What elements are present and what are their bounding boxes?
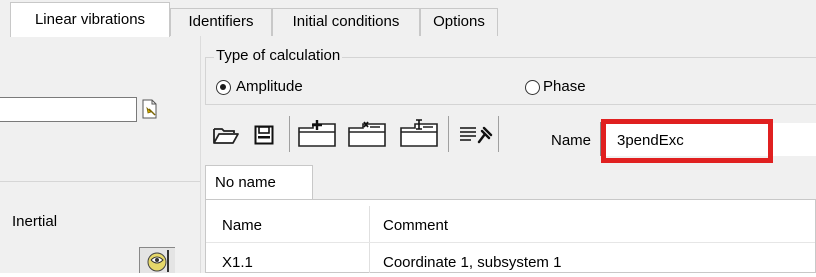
browse-icon[interactable] xyxy=(140,99,160,119)
object-preview-button[interactable] xyxy=(139,247,175,273)
delete-item-icon[interactable] xyxy=(346,118,388,148)
inertial-label: Inertial xyxy=(12,213,58,230)
edit-item-icon[interactable] xyxy=(398,118,440,148)
save-icon[interactable] xyxy=(251,120,277,150)
column-divider[interactable] xyxy=(369,206,370,273)
left-divider xyxy=(0,181,200,182)
name-label: Name xyxy=(551,132,592,149)
amplitude-label[interactable]: Amplitude xyxy=(236,78,303,96)
tab-initial-conditions[interactable]: Initial conditions xyxy=(272,8,420,36)
name-field-highlight xyxy=(601,119,773,163)
column-header-comment[interactable]: Comment xyxy=(383,216,448,236)
tab-identifiers[interactable]: Identifiers xyxy=(170,8,272,36)
table-cell-name[interactable]: X1.1 xyxy=(222,253,253,273)
toolbar-separator xyxy=(448,116,449,152)
calculation-group-title: Type of calculation xyxy=(214,46,343,66)
header-divider xyxy=(206,242,815,243)
phase-label[interactable]: Phase xyxy=(543,78,586,96)
add-item-icon[interactable] xyxy=(296,118,338,148)
table-cell-comment[interactable]: Coordinate 1, subsystem 1 xyxy=(383,253,561,273)
tab-linear-vibrations[interactable]: Linear vibrations xyxy=(10,2,170,37)
list-pin-icon[interactable] xyxy=(455,120,495,150)
toolbar-separator xyxy=(498,116,499,152)
tab-options[interactable]: Options xyxy=(420,8,498,36)
column-header-name[interactable]: Name xyxy=(222,216,262,236)
amplitude-radio[interactable] xyxy=(216,80,231,95)
open-folder-icon[interactable] xyxy=(210,120,242,150)
phase-radio[interactable] xyxy=(525,80,540,95)
tab-no-name[interactable]: No name xyxy=(205,165,313,199)
left-input-field[interactable] xyxy=(0,97,137,122)
toolbar-separator xyxy=(289,116,290,152)
left-panel xyxy=(0,36,201,273)
